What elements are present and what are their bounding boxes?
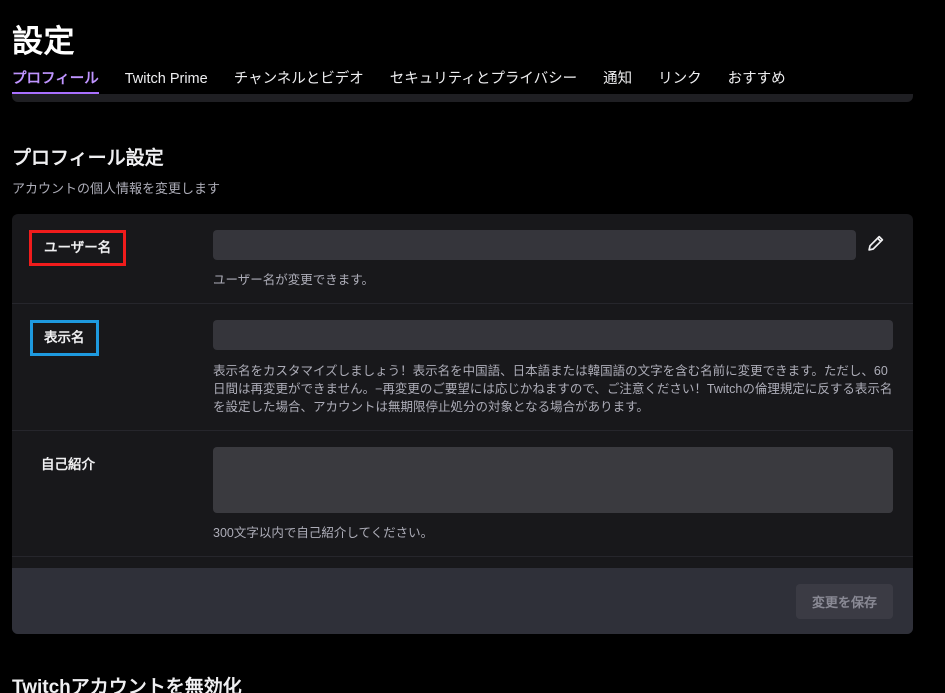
bio-label-col: 自己紹介 xyxy=(32,447,213,474)
section-subtitle: アカウントの個人情報を変更します xyxy=(12,181,221,196)
row-bio: 自己紹介 300文字以内で自己紹介してください。 xyxy=(12,431,913,557)
display-name-helper-text: 表示名をカスタマイズしましょう！表示名を中国語、日本語または韓国語の文字を含む名… xyxy=(213,364,893,414)
username-label-col: ユーザー名 xyxy=(29,230,213,266)
tab-notifications[interactable]: 通知 xyxy=(590,71,645,94)
row-username: ユーザー名 ユーザー名が変更できます。 xyxy=(12,214,913,304)
save-changes-button[interactable]: 変更を保存 xyxy=(795,583,893,619)
pencil-icon[interactable] xyxy=(857,230,893,254)
section-title: プロフィール設定 xyxy=(12,148,164,169)
page-title: 設定 xyxy=(12,24,75,59)
username-label: ユーザー名 xyxy=(29,230,127,266)
row-display-name: 表示名 表示名をカスタマイズしましょう！表示名を中国語、日本語または韓国語の文字… xyxy=(12,304,913,431)
display-name-input[interactable] xyxy=(213,320,893,350)
display-name-input-col: 表示名をカスタマイズしましょう！表示名を中国語、日本語または韓国語の文字を含む名… xyxy=(213,320,893,416)
settings-tabbar: プロフィール Twitch Prime チャンネルとビデオ セキュリティとプライ… xyxy=(12,68,799,94)
tab-recommendations[interactable]: おすすめ xyxy=(715,71,799,94)
username-input-col: ユーザー名が変更できます。 xyxy=(213,230,857,289)
settings-page: 設定 プロフィール Twitch Prime チャンネルとビデオ セキュリティと… xyxy=(0,0,945,693)
tab-profile[interactable]: プロフィール xyxy=(12,71,112,94)
display-name-label-col: 表示名 xyxy=(30,320,213,356)
tab-channel-and-videos[interactable]: チャンネルとビデオ xyxy=(221,71,377,94)
bio-textarea[interactable] xyxy=(213,447,893,513)
tab-security-and-privacy[interactable]: セキュリティとプライバシー xyxy=(377,71,590,94)
bio-label: 自己紹介 xyxy=(41,457,95,472)
bio-helper-text: 300文字以内で自己紹介してください。 xyxy=(213,526,434,540)
profile-settings-card: ユーザー名 ユーザー名が変更できます。 表示名 表示名をカスタマイズしましょう！… xyxy=(12,214,913,634)
username-helper-text: ユーザー名が変更できます。 xyxy=(213,273,375,287)
deactivate-account-title: Twitchアカウントを無効化 xyxy=(12,677,242,693)
tab-twitch-prime[interactable]: Twitch Prime xyxy=(112,71,221,94)
bio-input-col: 300文字以内で自己紹介してください。 xyxy=(213,447,893,542)
clipped-panel-above xyxy=(12,94,913,102)
tab-links[interactable]: リンク xyxy=(645,71,715,94)
display-name-label: 表示名 xyxy=(30,320,99,356)
username-input[interactable] xyxy=(213,230,856,260)
card-footer: 変更を保存 xyxy=(12,568,913,634)
